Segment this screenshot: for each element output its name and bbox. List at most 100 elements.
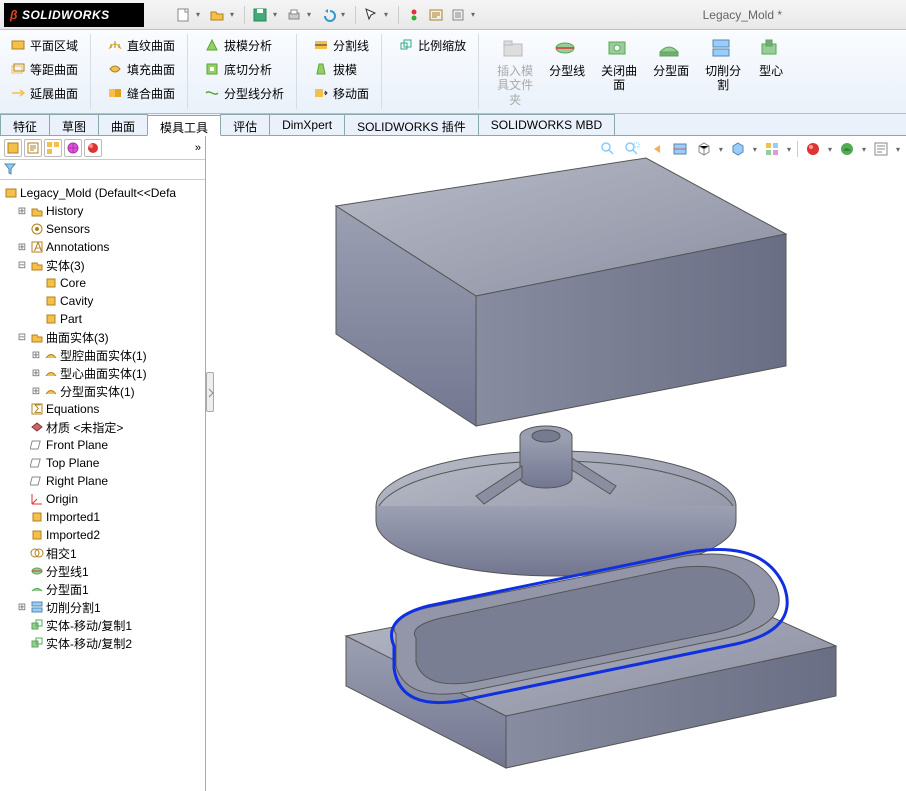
tree-material[interactable]: 材质 <未指定>: [2, 418, 203, 436]
tree-body-part[interactable]: Part: [2, 310, 203, 328]
tree-origin[interactable]: Origin: [2, 490, 203, 508]
core-button[interactable]: 型心: [751, 34, 791, 80]
tree-filter[interactable]: [0, 160, 205, 180]
tree-front-plane[interactable]: Front Plane: [2, 436, 203, 454]
undercut-analysis-button[interactable]: 底切分析: [200, 58, 288, 80]
new-dropdown[interactable]: ▾: [196, 10, 204, 19]
filter-icon: [4, 163, 18, 177]
offset-surface-button[interactable]: 等距曲面: [6, 58, 82, 80]
label: 填充曲面: [127, 61, 175, 78]
tree-parting-surface-body[interactable]: ⊞分型面实体(1): [2, 382, 203, 400]
knit-surface-button[interactable]: 缝合曲面: [103, 82, 179, 104]
draft-button[interactable]: 拔模: [309, 58, 373, 80]
parting-line-big-button[interactable]: 分型线: [543, 34, 591, 80]
tree-parting-line1[interactable]: 分型线1: [2, 562, 203, 580]
feature-tree-tab[interactable]: [4, 139, 22, 157]
tree-sensors[interactable]: Sensors: [2, 220, 203, 238]
graphics-viewport[interactable]: ▾ ▾ ▾ ▾ ▾ ▾: [206, 136, 906, 791]
tab-dimxpert[interactable]: DimXpert: [269, 114, 345, 135]
tab-evaluate[interactable]: 评估: [220, 114, 270, 135]
tree-annotations[interactable]: ⊞AAnnotations: [2, 238, 203, 256]
save-icon[interactable]: [251, 6, 269, 24]
tree-top-plane[interactable]: Top Plane: [2, 454, 203, 472]
tree-intersect1[interactable]: 相交1: [2, 544, 203, 562]
tree-imported1[interactable]: Imported1: [2, 508, 203, 526]
tree-move-copy2[interactable]: 实体-移动/复制2: [2, 634, 203, 652]
label: 延展曲面: [30, 85, 78, 102]
options-icon[interactable]: [427, 6, 445, 24]
label: 拔模: [333, 61, 357, 78]
expand-flyout[interactable]: »: [195, 142, 201, 154]
scale-button[interactable]: 比例缩放: [394, 34, 470, 56]
print-icon[interactable]: [285, 6, 303, 24]
tab-surfaces[interactable]: 曲面: [98, 114, 148, 135]
move-face-button[interactable]: 移动面: [309, 82, 373, 104]
separator: [398, 6, 399, 24]
svg-text:Σ: Σ: [34, 402, 41, 416]
display-manager-tab[interactable]: [84, 139, 102, 157]
tree-solid-bodies[interactable]: ⊟实体(3): [2, 256, 203, 274]
settings-icon[interactable]: [449, 6, 467, 24]
panel-splitter[interactable]: [206, 372, 214, 412]
tree-imported2[interactable]: Imported2: [2, 526, 203, 544]
dimxpert-manager-tab[interactable]: [64, 139, 82, 157]
undo-icon[interactable]: [319, 6, 337, 24]
tab-mbd[interactable]: SOLIDWORKS MBD: [478, 114, 615, 135]
tab-mold-tools[interactable]: 模具工具: [147, 115, 221, 136]
tree-surface-bodies[interactable]: ⊟曲面实体(3): [2, 328, 203, 346]
parting-line-analysis-button[interactable]: 分型线分析: [200, 82, 288, 104]
print-dropdown[interactable]: ▾: [307, 10, 315, 19]
ribbon: 平面区域 等距曲面 延展曲面 直纹曲面 填充曲面 缝合曲面 拔模分析 底切分析 …: [0, 30, 906, 114]
undo-dropdown[interactable]: ▾: [341, 10, 349, 19]
ds-logo-icon: β: [10, 8, 18, 22]
tree-move-copy1[interactable]: 实体-移动/复制1: [2, 616, 203, 634]
draft-analysis-button[interactable]: 拔模分析: [200, 34, 288, 56]
feature-tree: Legacy_Mold (Default<<Defa ⊞History Sens…: [0, 180, 205, 791]
tab-features[interactable]: 特征: [0, 114, 50, 135]
tree-parting-surface1[interactable]: 分型面1: [2, 580, 203, 598]
tab-addins[interactable]: SOLIDWORKS 插件: [344, 114, 479, 135]
parting-surface-button[interactable]: 分型面: [647, 34, 695, 80]
tab-sketch[interactable]: 草图: [49, 114, 99, 135]
tooling-split-button[interactable]: 切削分 割: [699, 34, 747, 95]
ruled-surface-button[interactable]: 直纹曲面: [103, 34, 179, 56]
label: 拔模分析: [224, 37, 272, 54]
property-manager-tab[interactable]: [24, 139, 42, 157]
select-icon[interactable]: [362, 6, 380, 24]
brand-text: SOLIDWORKS: [22, 8, 110, 22]
tree-tooling-split1[interactable]: ⊞切削分割1: [2, 598, 203, 616]
select-dropdown[interactable]: ▾: [384, 10, 392, 19]
separator: [355, 6, 356, 24]
app-logo: β SOLIDWORKS: [4, 3, 144, 27]
feature-manager-panel: » Legacy_Mold (Default<<Defa ⊞History Se…: [0, 136, 206, 791]
label: 直纹曲面: [127, 37, 175, 54]
model-rendering: [216, 136, 896, 776]
label: 平面区域: [30, 37, 78, 54]
open-file-icon[interactable]: [208, 6, 226, 24]
rebuild-icon[interactable]: [405, 6, 423, 24]
split-line-button[interactable]: 分割线: [309, 34, 373, 56]
tree-core-surface[interactable]: ⊞型心曲面实体(1): [2, 364, 203, 382]
label: 切削分 割: [705, 64, 741, 93]
configuration-manager-tab[interactable]: [44, 139, 62, 157]
panel-tabs: »: [0, 136, 205, 160]
settings-dropdown[interactable]: ▾: [471, 10, 479, 19]
label: 等距曲面: [30, 61, 78, 78]
tree-right-plane[interactable]: Right Plane: [2, 472, 203, 490]
open-dropdown[interactable]: ▾: [230, 10, 238, 19]
tree-cavity-surface[interactable]: ⊞型腔曲面实体(1): [2, 346, 203, 364]
save-dropdown[interactable]: ▾: [273, 10, 281, 19]
label: 关闭曲 面: [601, 64, 637, 93]
planar-surface-button[interactable]: 平面区域: [6, 34, 82, 56]
extend-surface-button[interactable]: 延展曲面: [6, 82, 82, 104]
tree-root[interactable]: Legacy_Mold (Default<<Defa: [2, 184, 203, 202]
tree-history[interactable]: ⊞History: [2, 202, 203, 220]
tree-body-cavity[interactable]: Cavity: [2, 292, 203, 310]
new-file-icon[interactable]: [174, 6, 192, 24]
label: 型心: [759, 64, 783, 78]
fill-surface-button[interactable]: 填充曲面: [103, 58, 179, 80]
label: 分型线分析: [224, 85, 284, 102]
tree-equations[interactable]: ΣEquations: [2, 400, 203, 418]
shutoff-surface-button[interactable]: 关闭曲 面: [595, 34, 643, 95]
tree-body-core[interactable]: Core: [2, 274, 203, 292]
